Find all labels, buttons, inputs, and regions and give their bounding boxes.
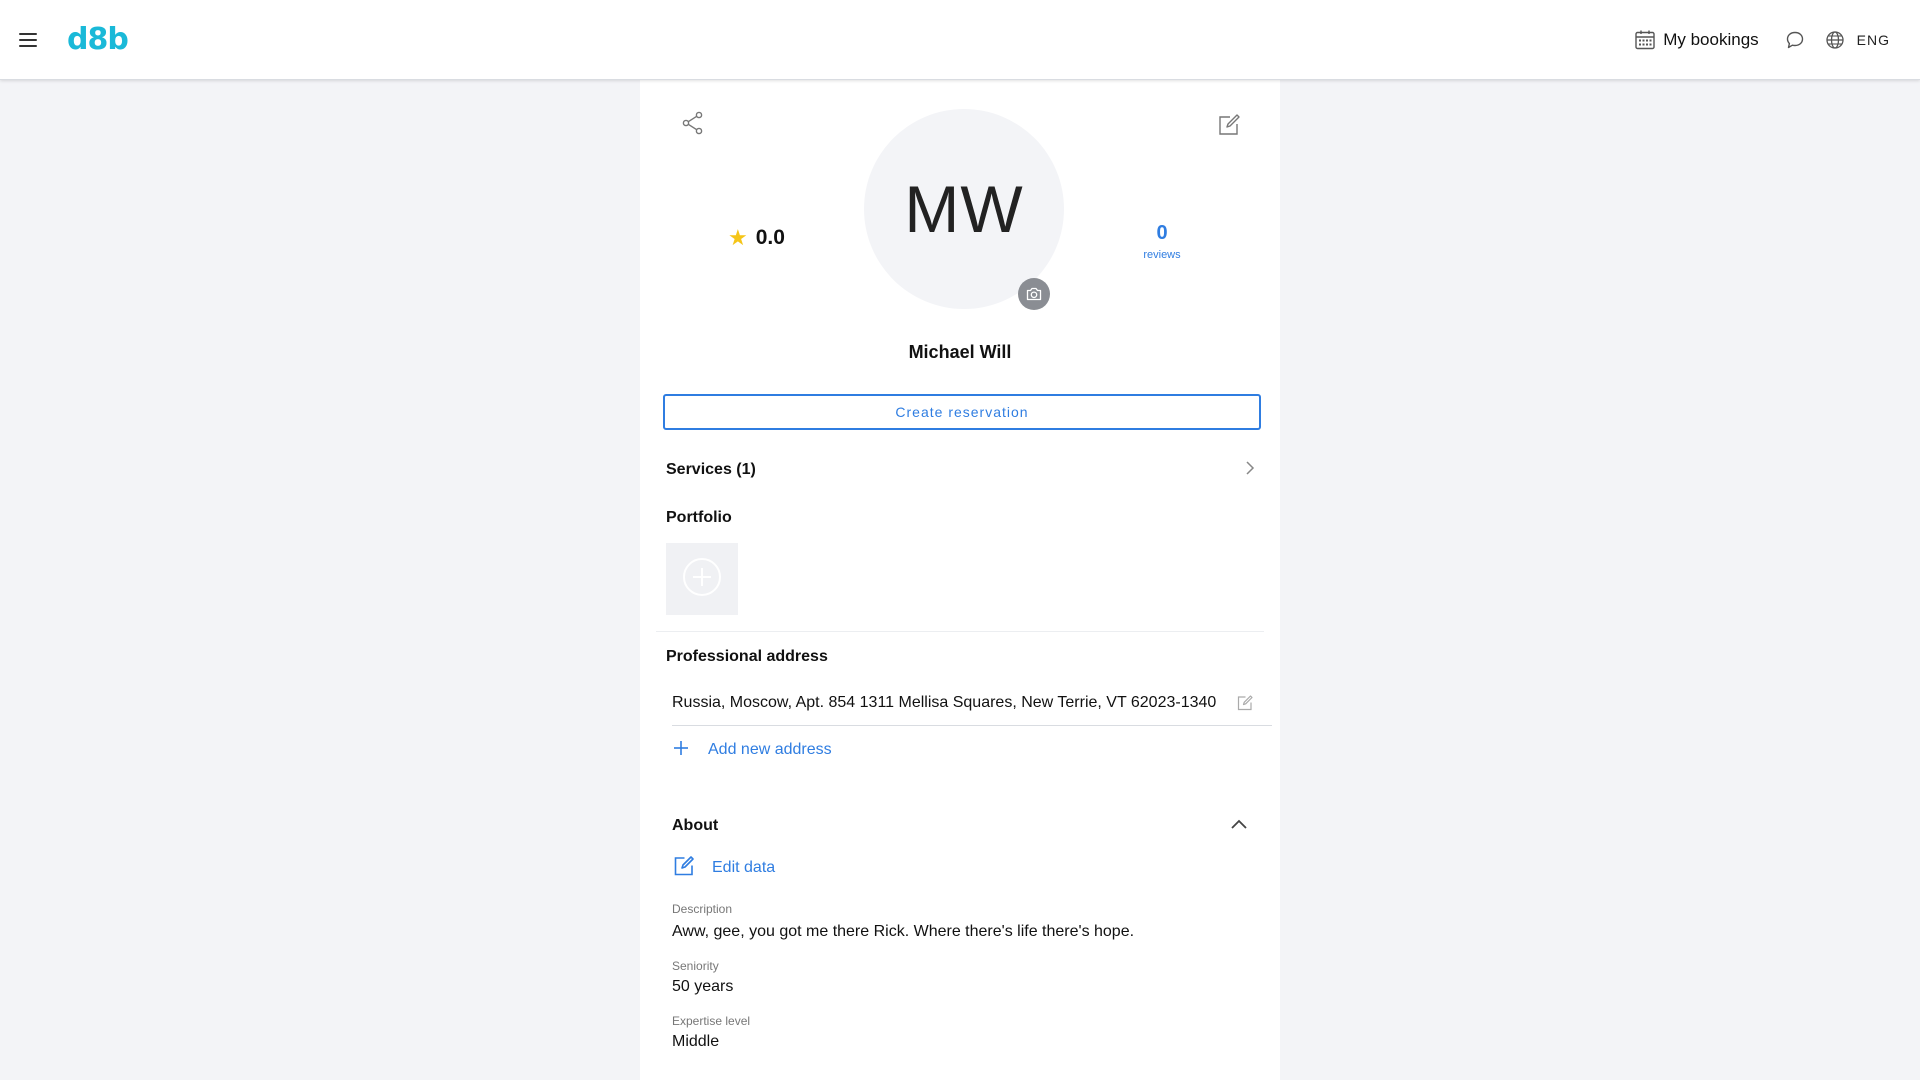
my-bookings-label: My bookings [1663, 30, 1759, 49]
plus-circle-icon [682, 557, 722, 602]
star-icon: ★ [728, 225, 748, 250]
profile-name: Michael Will [908, 342, 1012, 362]
reviews-link[interactable]: 0 reviews [1120, 222, 1204, 261]
logo[interactable]: d8b [67, 22, 129, 57]
professional-address-title: Professional address [666, 648, 828, 665]
profile-card: ★ 0.0 MW 0 reviews Michael Will Create r… [640, 80, 1280, 1080]
language-label: ENG [1856, 32, 1890, 48]
reviews-label: reviews [1143, 249, 1181, 261]
edit-data-button[interactable]: Edit data [672, 853, 775, 883]
address-item: Russia, Moscow, Apt. 854 1311 Mellisa Sq… [672, 680, 1272, 726]
rating: ★ 0.0 [728, 226, 785, 250]
address-text: Russia, Moscow, Apt. 854 1311 Mellisa Sq… [672, 693, 1217, 711]
camera-icon[interactable] [1018, 278, 1050, 310]
services-label: Services (1) [666, 461, 756, 478]
about-toggle[interactable]: About [672, 811, 1248, 841]
add-new-address-button[interactable]: Add new address [672, 734, 832, 766]
add-portfolio-button[interactable] [666, 543, 738, 615]
add-new-address-label: Add new address [708, 741, 832, 758]
calendar-icon [1633, 28, 1657, 52]
portfolio-title: Portfolio [666, 509, 732, 526]
expertise-value: Middle [672, 1033, 720, 1050]
language-selector[interactable]: ENG [1823, 28, 1890, 52]
rating-value: 0.0 [755, 226, 785, 249]
share-icon[interactable] [680, 110, 706, 136]
menu-icon[interactable] [16, 28, 40, 52]
create-reservation-button[interactable]: Create reservation [663, 394, 1261, 430]
edit-icon[interactable] [1236, 694, 1254, 712]
chevron-right-icon [1244, 460, 1256, 481]
my-bookings-button[interactable]: My bookings [1633, 28, 1759, 52]
globe-icon [1823, 28, 1847, 52]
edit-data-label: Edit data [712, 859, 776, 876]
edit-profile-icon[interactable] [1216, 112, 1242, 138]
description-value: Aww, gee, you got me there Rick. Where t… [672, 923, 1135, 940]
plus-icon [672, 739, 690, 762]
top-header: d8b My bookings ENG [0, 0, 1920, 80]
reviews-count: 0 [1156, 222, 1168, 244]
seniority-label: Seniority [672, 959, 719, 973]
chat-icon[interactable] [1783, 28, 1807, 52]
seniority-value: 50 years [672, 978, 734, 995]
edit-icon [672, 854, 696, 883]
avatar-initials: MW [904, 172, 1024, 246]
description-label: Description [672, 902, 733, 916]
expertise-label: Expertise level [672, 1014, 751, 1028]
chevron-up-icon [1230, 817, 1248, 835]
header-actions: My bookings ENG [1633, 0, 1890, 80]
services-row[interactable]: Services (1) [666, 455, 1256, 485]
divider [656, 631, 1264, 632]
about-title: About [672, 817, 719, 834]
